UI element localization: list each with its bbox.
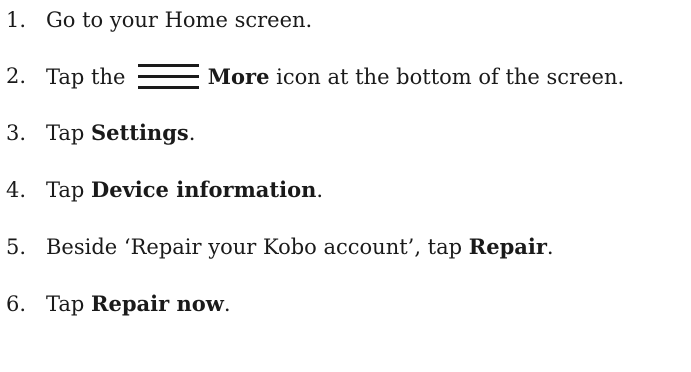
step-emphasis: More: [207, 63, 270, 89]
step-text-pre: Tap: [46, 121, 92, 145]
step-body: Tap Repair now.: [46, 293, 231, 315]
step-1: 1. Go to your Home screen.: [6, 0, 312, 40]
step-6: 6. Tap Repair now.: [6, 284, 231, 324]
step-body: Beside ‘Repair your Kobo account’, tap R…: [46, 236, 554, 258]
step-text-pre: Tap: [46, 178, 92, 202]
step-3: 3. Tap Settings.: [6, 113, 195, 153]
step-number: 2.: [6, 63, 27, 88]
step-emphasis: Repair: [468, 234, 547, 259]
step-body: Tap Settings.: [46, 122, 195, 144]
step-text-post: .: [546, 235, 554, 259]
step-number: 4.: [6, 177, 27, 202]
step-body: Tap Device information.: [46, 179, 323, 201]
step-text-post: .: [223, 292, 231, 316]
step-text: Go to your Home screen.: [46, 7, 313, 32]
step-text-pre: Tap the: [46, 64, 133, 89]
step-2: 2. Tap the More icon at the bottom of th…: [6, 56, 624, 96]
step-text-post: icon at the bottom of the screen.: [276, 64, 625, 89]
step-emphasis: Repair now: [91, 291, 224, 316]
step-emphasis: Device information: [91, 177, 317, 202]
step-number: 3.: [6, 120, 27, 145]
step-body: Tap the More icon at the bottom of the s…: [46, 63, 625, 89]
step-text-pre: Tap: [46, 292, 92, 316]
step-emphasis: Settings: [91, 120, 189, 145]
step-number: 1.: [6, 7, 27, 32]
step-text-post: .: [316, 178, 324, 202]
hamburger-menu-icon: [138, 63, 200, 89]
step-text-pre: Beside ‘Repair your Kobo account’, tap: [46, 235, 469, 259]
step-5: 5. Beside ‘Repair your Kobo account’, ta…: [6, 227, 554, 267]
step-number: 6.: [6, 291, 27, 316]
step-text-post: .: [188, 121, 196, 145]
step-number: 5.: [6, 234, 27, 259]
step-4: 4. Tap Device information.: [6, 170, 323, 210]
